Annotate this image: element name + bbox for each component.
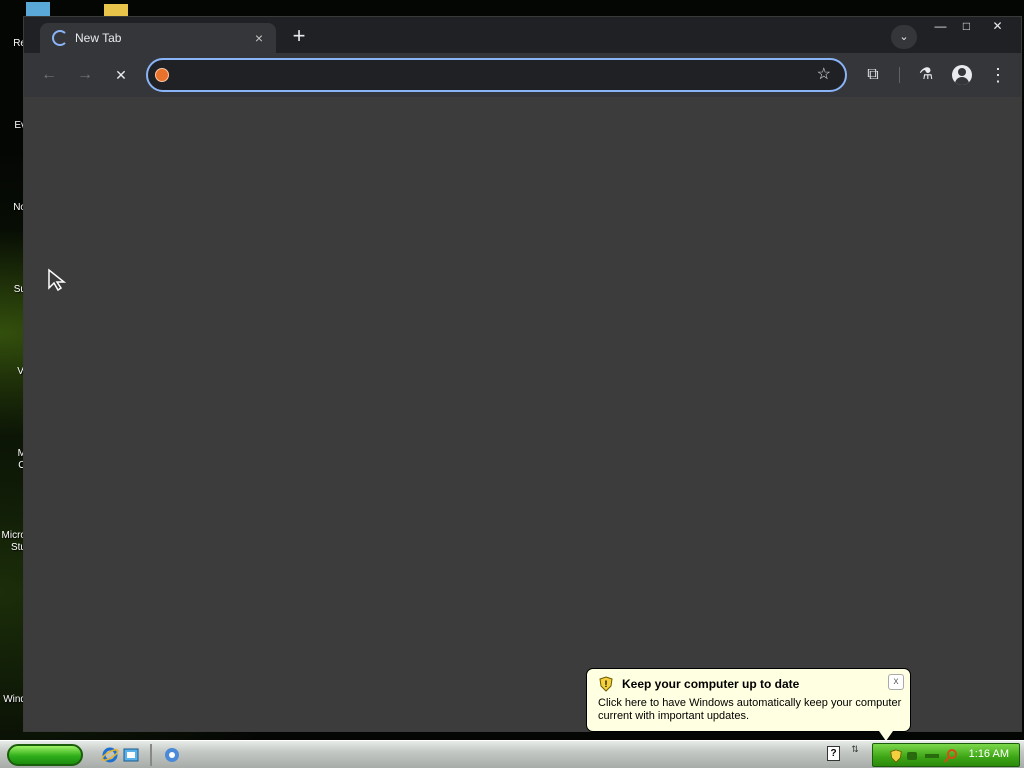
close-window-button[interactable]: ✕ [984,17,1011,35]
network-icon[interactable] [907,752,917,760]
internet-explorer-icon[interactable] [101,746,119,764]
forward-button[interactable]: → [73,63,97,87]
menu-kebab-icon[interactable]: ⋮ [986,63,1010,87]
toolbar-divider [899,67,900,83]
tab-close-button[interactable]: × [250,29,268,47]
search-tray-icon[interactable] [943,748,959,764]
security-shield-icon: ! [599,676,613,692]
new-tab-button[interactable]: + [288,25,310,47]
maximize-button[interactable]: □ [953,17,980,35]
balloon-message[interactable]: Click here to have Windows automatically… [598,697,903,723]
mouse-cursor-icon [48,268,67,292]
outlook-express-icon[interactable] [122,746,140,764]
bookmark-star-icon[interactable]: ☆ [817,65,831,85]
labs-flask-icon[interactable]: ⚗ [914,63,938,87]
tab-search-button[interactable]: ⌄ [891,25,917,49]
system-tray: 1:16 AM [872,743,1020,767]
site-info-icon[interactable] [155,68,169,82]
avatar-body [955,77,969,85]
back-button[interactable]: ← [37,63,61,87]
tray-expand-icon[interactable]: ⇅ [850,745,860,763]
update-notification-balloon[interactable]: ! Keep your computer up to date x Click … [586,668,911,741]
extensions-icon[interactable]: ⧉ [861,63,885,87]
start-button[interactable] [7,744,83,766]
volume-icon[interactable] [925,754,939,758]
taskbar-separator [150,744,152,766]
taskbar: ? ⇅ 1:16 AM [0,740,1024,768]
folder-icon[interactable] [104,4,128,16]
page-content[interactable] [24,97,1021,731]
avatar-head [958,68,966,76]
toolbar: ← → ✕ ☆ ⧉ ⚗ ⋮ [24,53,1021,97]
address-input[interactable] [180,64,800,86]
loading-spinner-icon [52,30,68,46]
address-bar[interactable]: ☆ [146,58,847,92]
clock[interactable]: 1:16 AM [969,748,1009,760]
tab-title: New Tab [75,31,122,45]
browser-window: New Tab × + ⌄ — □ ✕ ← → ✕ ☆ ⧉ ⚗ ⋮ [23,16,1022,732]
minimize-button[interactable]: — [927,17,954,35]
title-bar[interactable]: New Tab × + ⌄ — □ ✕ [24,17,1021,53]
balloon-title: Keep your computer up to date [622,677,800,691]
help-icon[interactable]: ? [827,746,840,761]
profile-avatar-icon[interactable] [952,65,972,85]
balloon-close-button[interactable]: x [888,674,904,690]
security-alert-icon[interactable] [889,748,903,764]
chrome-taskbar-icon[interactable] [163,746,181,764]
tab-new-tab[interactable]: New Tab × [40,23,276,53]
desktop-icon-image[interactable] [26,2,50,16]
stop-button[interactable]: ✕ [109,63,133,87]
svg-text:!: ! [605,679,608,689]
